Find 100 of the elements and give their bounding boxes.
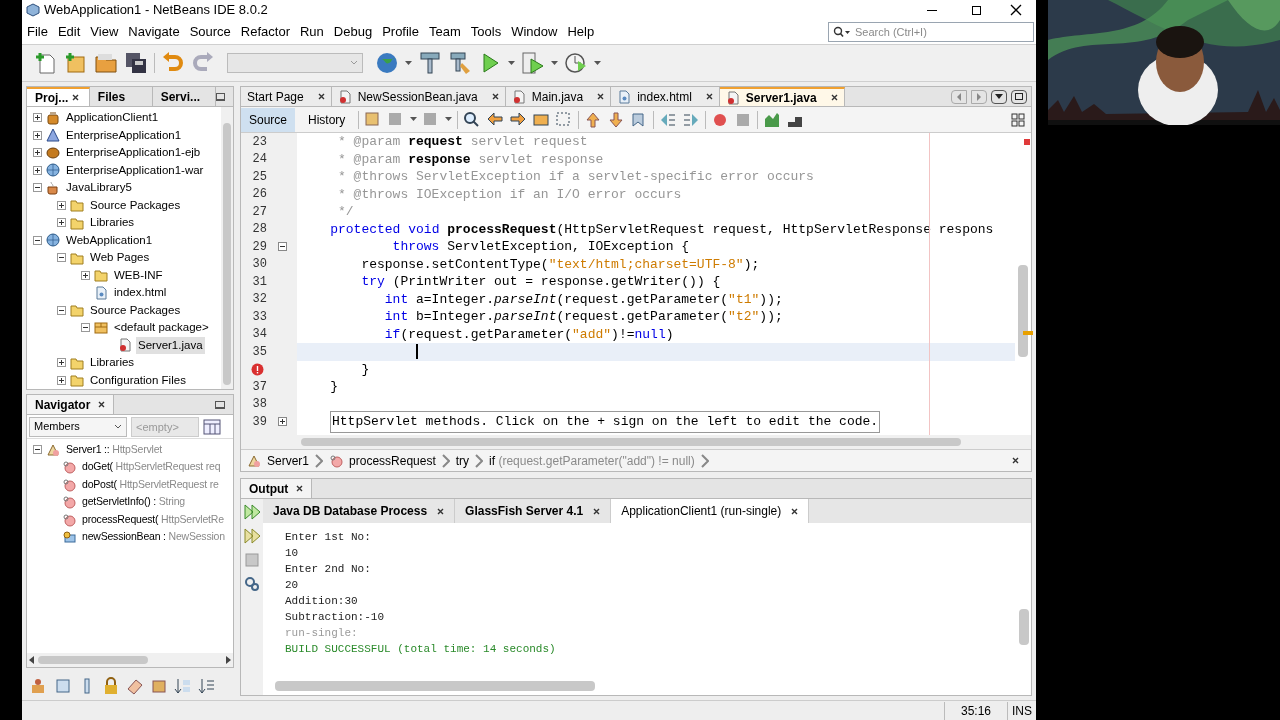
dropdown-icon[interactable] xyxy=(991,89,1007,104)
tree-item[interactable]: index.html xyxy=(112,284,169,302)
expander-icon[interactable] xyxy=(33,445,42,455)
tree-item[interactable]: WEB-INF xyxy=(112,266,165,284)
close-icon[interactable] xyxy=(791,507,799,515)
close-icon[interactable] xyxy=(830,94,838,101)
tree-item[interactable]: Server1 :: HttpServlet xyxy=(64,441,164,458)
caret-icon[interactable] xyxy=(445,117,453,122)
tree-item[interactable]: JavaLibrary5 xyxy=(64,179,134,197)
editor-tab[interactable]: index.html xyxy=(611,87,720,106)
fold-toggle-icon[interactable] xyxy=(277,417,287,427)
output-tab[interactable]: Output xyxy=(241,479,313,498)
menu-item[interactable]: Profile xyxy=(377,22,424,42)
tree-item[interactable]: processRequest( HttpServletRe xyxy=(80,511,226,528)
caret-icon[interactable] xyxy=(410,117,418,122)
editor-tab[interactable]: Main.java xyxy=(505,87,612,106)
settings-icon[interactable] xyxy=(243,575,261,593)
tree-item[interactable]: Source Packages xyxy=(88,196,183,214)
scroll-right-icon[interactable] xyxy=(226,656,231,664)
tree-item[interactable]: doGet( HttpServletRequest req xyxy=(80,459,223,476)
menu-item[interactable]: Window xyxy=(506,22,563,42)
editor-tab[interactable]: Start Page xyxy=(241,87,332,106)
hammer-icon[interactable] xyxy=(418,51,442,75)
expander-icon[interactable] xyxy=(33,113,42,123)
caret-icon[interactable] xyxy=(551,60,558,66)
sort-list-icon[interactable] xyxy=(198,677,216,695)
tree-item[interactable]: WebApplication1 xyxy=(64,231,155,249)
close-icon[interactable] xyxy=(1012,457,1019,464)
minimize-icon[interactable] xyxy=(215,400,225,409)
close-icon[interactable] xyxy=(593,507,601,515)
close-icon[interactable] xyxy=(317,93,325,100)
close-icon[interactable] xyxy=(296,485,304,492)
lock-icon[interactable] xyxy=(102,677,120,695)
breadcrumb-item[interactable]: if (request.getParameter("add") != null) xyxy=(489,451,695,470)
profile-icon[interactable] xyxy=(564,51,588,75)
grid-icon[interactable] xyxy=(1011,112,1025,127)
tree-item[interactable]: EnterpriseApplication1-war xyxy=(64,161,206,179)
close-icon[interactable] xyxy=(597,93,605,100)
panel-tab[interactable]: Proj... xyxy=(27,87,90,106)
menu-item[interactable]: Source xyxy=(184,22,236,42)
breadcrumb-item[interactable]: Server1 xyxy=(267,451,310,470)
expander-icon[interactable] xyxy=(33,183,42,193)
search-field[interactable]: Search (Ctrl+I) xyxy=(828,22,1034,42)
scroll-tabs-left-icon[interactable] xyxy=(951,89,967,104)
layout-icon[interactable] xyxy=(203,418,221,435)
expander-icon[interactable] xyxy=(33,235,42,245)
menu-item[interactable]: Tools xyxy=(465,22,507,42)
save-icon[interactable] xyxy=(124,51,148,75)
close-icon[interactable] xyxy=(72,94,80,101)
tree-item[interactable]: Configuration Files xyxy=(88,371,188,389)
debug-icon[interactable] xyxy=(521,51,545,75)
expander-icon[interactable] xyxy=(57,358,66,368)
tree-item[interactable]: Source Packages xyxy=(88,301,183,319)
minimize-icon[interactable] xyxy=(215,92,225,101)
tree-item[interactable]: newSessionBean : NewSession xyxy=(80,529,227,546)
sort-icon[interactable] xyxy=(174,677,192,695)
maximize-icon[interactable] xyxy=(1011,89,1027,104)
new-file-icon[interactable] xyxy=(34,51,58,75)
rerun-icon[interactable] xyxy=(243,527,261,545)
members-dropdown[interactable]: Members xyxy=(29,416,127,437)
close-icon[interactable] xyxy=(437,507,445,515)
view-tab[interactable]: Source xyxy=(241,107,296,132)
breadcrumb-item[interactable]: processRequest xyxy=(349,451,436,470)
menu-item[interactable]: Navigate xyxy=(123,22,185,42)
expander-icon[interactable] xyxy=(33,148,42,158)
tree-item[interactable]: EnterpriseApplication1 xyxy=(64,126,184,144)
menu-item[interactable]: File xyxy=(22,22,53,42)
menu-item[interactable]: Team xyxy=(424,22,466,42)
tree-item[interactable]: doPost( HttpServletRequest re xyxy=(80,476,221,493)
close-icon[interactable] xyxy=(491,93,499,100)
tree-item[interactable]: Libraries xyxy=(88,354,137,372)
expander-icon[interactable] xyxy=(57,200,66,210)
fold-toggle-icon[interactable] xyxy=(277,242,287,252)
tree-item[interactable]: getServletInfo() : String xyxy=(80,494,187,511)
tree-item[interactable]: ApplicationClient1 xyxy=(64,109,161,127)
close-icon[interactable] xyxy=(705,93,713,100)
globe-icon[interactable] xyxy=(375,51,399,75)
expander-icon[interactable] xyxy=(57,375,66,385)
caret-icon[interactable] xyxy=(405,60,412,66)
editor-tab[interactable]: Server1.java xyxy=(719,87,845,106)
close-icon[interactable] xyxy=(1010,4,1022,16)
view-tab[interactable]: History xyxy=(300,107,354,132)
expander-icon[interactable] xyxy=(33,130,42,140)
expander-icon[interactable] xyxy=(81,270,90,280)
expander-icon[interactable] xyxy=(81,323,90,333)
tree-item[interactable]: Server1.java xyxy=(136,336,205,354)
caret-icon[interactable] xyxy=(594,60,601,66)
menu-item[interactable]: Help xyxy=(562,22,600,42)
eraser-icon[interactable] xyxy=(126,677,144,695)
expander-icon[interactable] xyxy=(57,305,66,315)
folder-icon[interactable] xyxy=(94,51,118,75)
folded-code[interactable]: HttpServlet methods. Click on the + sign on the left to edit the code. xyxy=(330,411,881,433)
menu-item[interactable]: Run xyxy=(294,22,329,42)
tree-item[interactable]: <default package> xyxy=(112,319,211,337)
close-icon[interactable] xyxy=(98,401,106,408)
tree-item[interactable]: EnterpriseApplication1-ejb xyxy=(64,144,203,162)
new-project-icon[interactable] xyxy=(64,51,88,75)
breadcrumb-item[interactable]: try xyxy=(455,451,470,470)
tree-item[interactable]: Web Pages xyxy=(88,249,152,267)
menu-item[interactable]: View xyxy=(85,22,124,42)
